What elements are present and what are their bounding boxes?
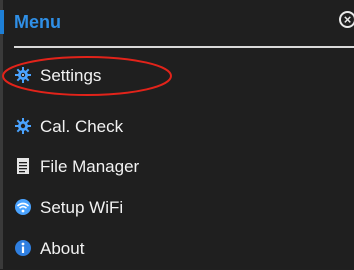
wifi-icon: [14, 198, 32, 216]
menu-item-label: Cal. Check: [40, 117, 124, 136]
menu-item-label: File Manager: [40, 157, 140, 176]
gear-icon: [14, 117, 32, 135]
highlight-ellipse: [2, 56, 172, 96]
menu-item-about[interactable]: About: [0, 230, 354, 270]
menu-item-label: About: [40, 239, 85, 258]
header-divider: [14, 46, 354, 48]
menu-title: Menu: [14, 12, 61, 32]
menu-item-file-manager[interactable]: File Manager: [0, 148, 354, 188]
menu-item-setup-wifi[interactable]: Setup WiFi: [0, 189, 354, 229]
menu-panel: Menu × Settings Cal. Check File Manager …: [0, 0, 354, 269]
menu-header: Menu ×: [0, 0, 354, 44]
menu-item-label: Setup WiFi: [40, 198, 124, 217]
header-accent-bar: [0, 10, 4, 34]
close-circle-icon[interactable]: ×: [339, 11, 354, 28]
info-icon: [14, 239, 32, 257]
document-icon: [14, 157, 32, 175]
menu-item-cal-check[interactable]: Cal. Check: [0, 108, 354, 148]
